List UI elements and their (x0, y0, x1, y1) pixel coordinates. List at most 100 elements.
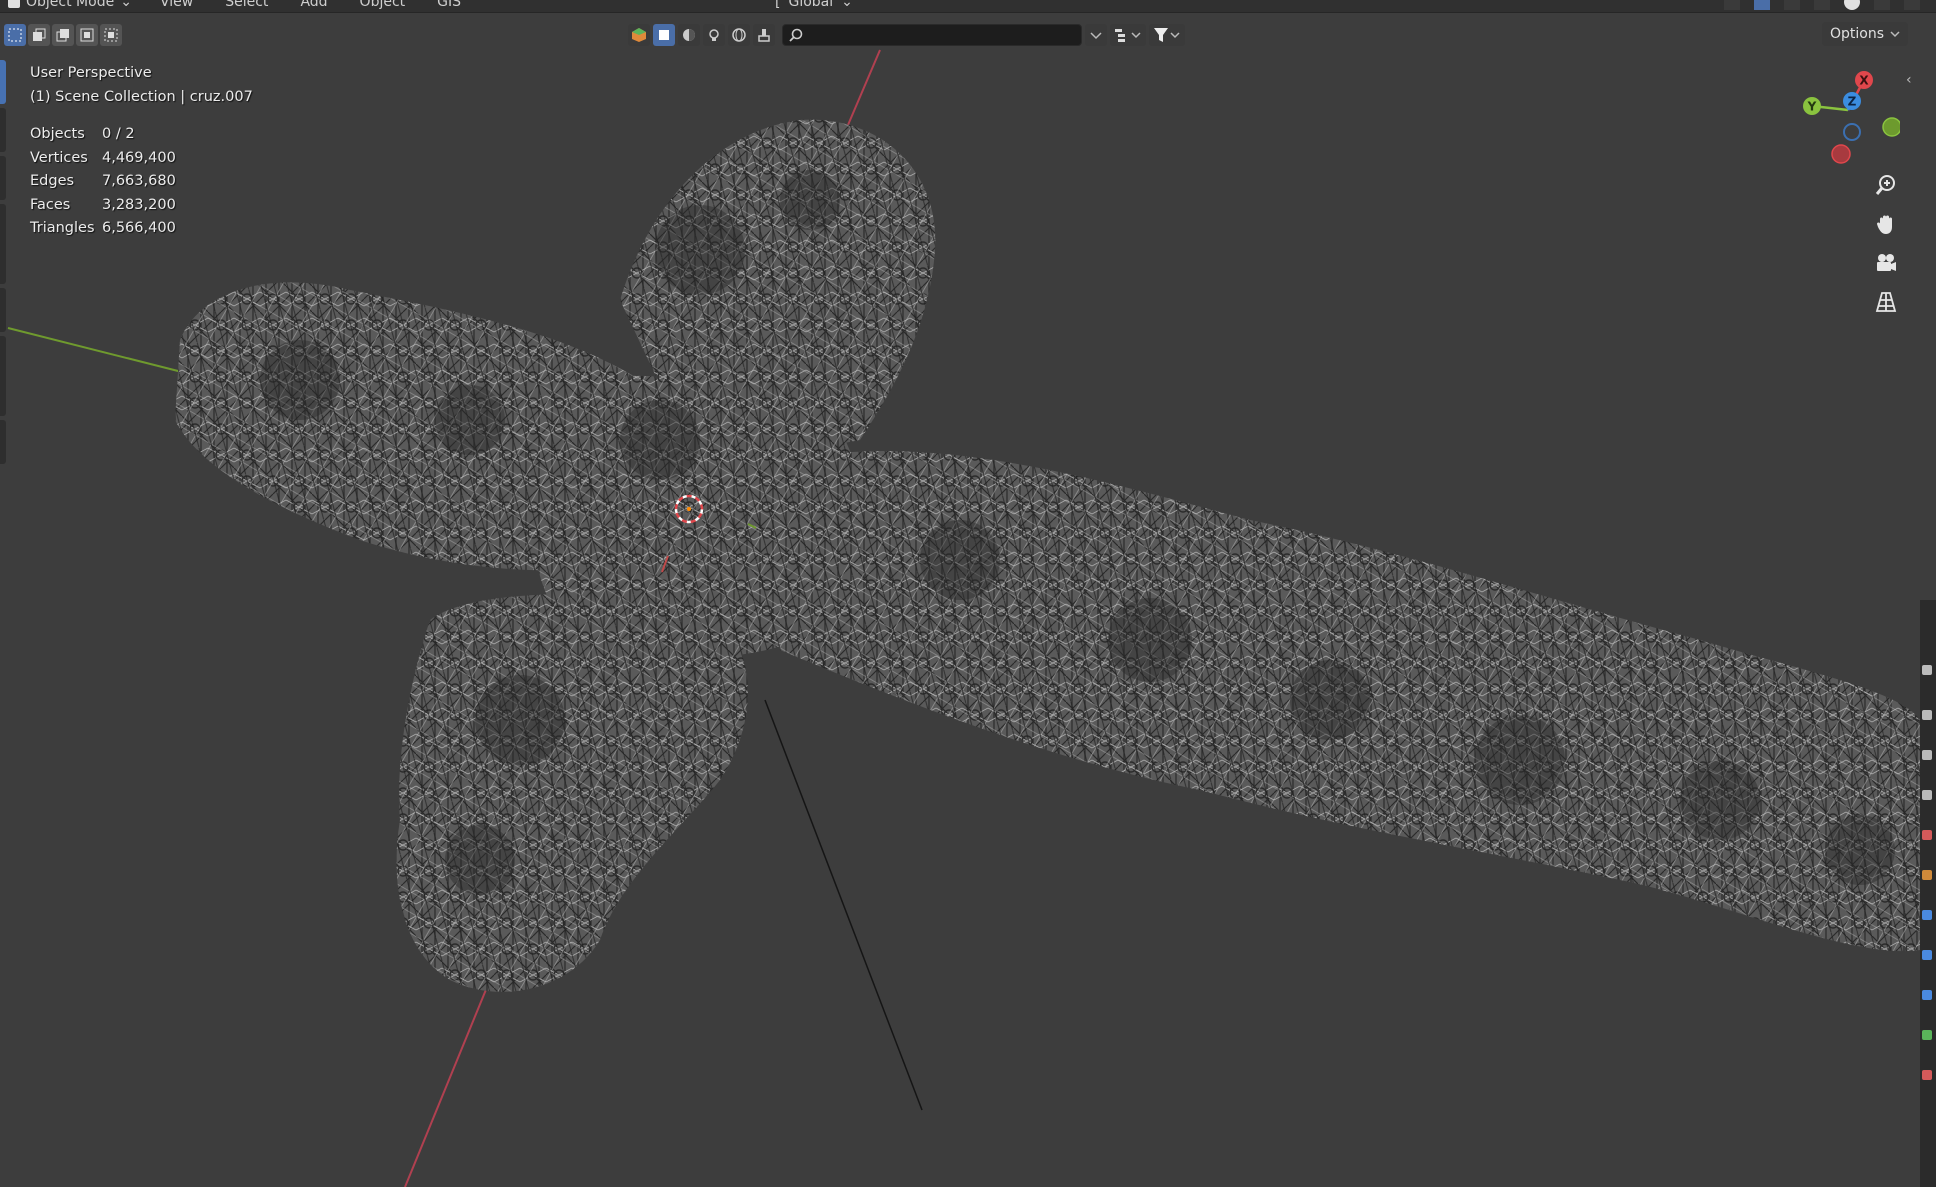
shading-wireframe-icon[interactable] (1814, 0, 1830, 10)
gizmo-neg-y-handle[interactable] (1882, 117, 1902, 137)
selection-mode-group (4, 24, 122, 46)
3d-viewport[interactable] (0, 0, 1936, 1187)
mode-selector[interactable]: Object Mode ⌄ (8, 0, 132, 10)
zoom-button[interactable] (1871, 170, 1901, 200)
menu-gis[interactable]: GIS (437, 0, 461, 10)
y-axis-line (7, 327, 183, 373)
overlay-toggle-icon[interactable] (1754, 0, 1770, 10)
shading-material-icon[interactable] (1874, 0, 1890, 10)
stat-row: Vertices 4,469,400 (30, 147, 253, 171)
sidebar-collapse-arrow[interactable]: ‹ (1906, 72, 1912, 88)
tool-measure[interactable] (0, 420, 6, 464)
select-extend-button[interactable] (28, 24, 50, 46)
search-field[interactable] (782, 24, 1082, 46)
tool-move[interactable] (0, 156, 6, 200)
gizmo-y-label: Y (1807, 100, 1817, 114)
object-type-icon (632, 28, 646, 42)
constraint-tab-icon[interactable] (1922, 910, 1932, 920)
filter-collapse-button[interactable] (1085, 24, 1107, 46)
filter-button[interactable] (1149, 24, 1185, 46)
stat-label: Objects (30, 126, 85, 142)
object-tab-icon[interactable] (1922, 830, 1932, 840)
gizmo-x-label: X (1859, 74, 1869, 88)
search-icon (789, 28, 803, 42)
gizmo-toggle-icon[interactable] (1724, 0, 1740, 10)
tool-header-row: Options (0, 22, 1936, 50)
select-extend-icon (33, 28, 46, 41)
ortho-toggle-button[interactable] (1871, 287, 1901, 317)
material-tab-icon[interactable] (1922, 990, 1932, 1000)
select-box-icon (8, 28, 22, 42)
tool-tab-icon[interactable] (1922, 665, 1932, 675)
data-tab-icon[interactable] (1922, 950, 1932, 960)
z-axis-line (764, 699, 923, 1111)
search-input[interactable] (809, 26, 1073, 44)
xray-toggle-icon[interactable] (1784, 0, 1800, 10)
tool-annotate[interactable] (0, 336, 6, 416)
select-intersect-button[interactable] (100, 24, 122, 46)
select-subtract-button[interactable] (52, 24, 74, 46)
stat-row: Objects 0 / 2 (30, 123, 253, 147)
grid-perspective-icon (1875, 292, 1897, 312)
x-axis-line-lower (404, 974, 493, 1187)
navigation-gizmo[interactable]: X Y Z (1790, 60, 1902, 180)
view-tab-icon[interactable] (1922, 710, 1932, 720)
object-type-visibility-button[interactable] (628, 24, 650, 46)
tool-transform[interactable] (0, 288, 6, 332)
hierarchy-display-button[interactable] (1110, 24, 1146, 46)
chevron-down-icon: ⌄ (120, 0, 132, 10)
viewport-filter-tools (628, 24, 1185, 46)
texture-tab-icon[interactable] (1922, 1030, 1932, 1040)
select-invert-icon (80, 28, 94, 42)
lamp-icon (709, 29, 719, 41)
stat-label: Vertices (30, 149, 88, 166)
camera-view-button[interactable] (1871, 248, 1901, 278)
tool-select-box[interactable] (0, 60, 6, 104)
tool-rotate-scale[interactable] (0, 204, 6, 284)
select-subtract-icon (56, 29, 69, 42)
properties-tab-icon[interactable] (1922, 790, 1932, 800)
menu-select[interactable]: Select (225, 0, 268, 10)
right-sidebar-tabs (1920, 600, 1936, 1187)
stat-row: Triangles 6,566,400 (30, 217, 253, 241)
header-right-tools (1724, 0, 1920, 10)
select-new-button[interactable] (4, 24, 26, 46)
foliage-cross-mesh[interactable] (175, 119, 1920, 992)
lighting-toggle-button[interactable] (703, 24, 725, 46)
header-menu: View Select Add Object GIS (160, 0, 461, 10)
shading-toggle-button[interactable] (678, 24, 700, 46)
shading-solid-icon[interactable] (1844, 0, 1860, 10)
gizmo-neg-x-handle[interactable] (1831, 144, 1851, 164)
half-sphere-icon (683, 29, 695, 41)
tool-cursor[interactable] (0, 108, 6, 152)
transform-orientation[interactable]: ⌊ Global ⌄ (775, 0, 853, 10)
chevron-down-icon: ⌄ (841, 0, 853, 10)
item-tab-icon[interactable] (1922, 750, 1932, 760)
select-invert-button[interactable] (76, 24, 98, 46)
chevron-down-icon (1890, 31, 1900, 38)
viewport-canvas[interactable] (0, 0, 1936, 1187)
pan-button[interactable] (1871, 209, 1901, 239)
world-toggle-button[interactable] (728, 24, 750, 46)
viewport-info-overlay: User Perspective (1) Scene Collection | … (30, 62, 253, 241)
menu-object[interactable]: Object (360, 0, 406, 10)
menu-view[interactable]: View (160, 0, 193, 10)
stat-label: Triangles (30, 220, 95, 236)
menu-add[interactable]: Add (300, 0, 327, 10)
active-collection: (1) Scene Collection | cruz.007 (30, 88, 253, 105)
modifier-tab-icon[interactable] (1922, 870, 1932, 880)
navigation-buttons (1871, 170, 1901, 317)
select-box-tool-button[interactable] (653, 24, 675, 46)
options-label: Options (1829, 26, 1884, 42)
gizmo-neg-z-handle[interactable] (1843, 123, 1861, 141)
particles-tab-icon[interactable] (1922, 1070, 1932, 1080)
options-button[interactable]: Options (1821, 22, 1908, 46)
gizmo-z-label: Z (1848, 95, 1857, 109)
square-icon (659, 30, 669, 40)
orientation-label: Global (788, 0, 834, 10)
x-axis-line (844, 49, 881, 133)
render-layer-button[interactable] (753, 24, 775, 46)
stat-label: Edges (30, 173, 75, 189)
shading-rendered-icon[interactable] (1904, 0, 1920, 10)
object-mode-icon (8, 0, 20, 8)
